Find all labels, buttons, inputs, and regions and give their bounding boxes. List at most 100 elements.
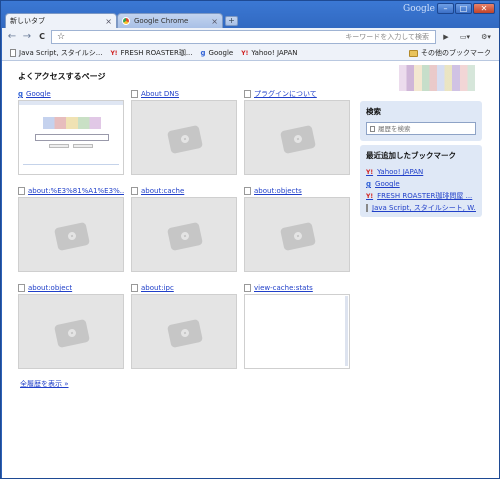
doc-icon	[366, 204, 368, 212]
stats-page-preview	[245, 295, 349, 368]
doc-icon	[10, 49, 16, 57]
yahoo-icon: Y!	[110, 49, 118, 57]
recent-bookmarks-title: 最近追加したブックマーク	[366, 151, 456, 160]
thumbnail-preview[interactable]	[131, 100, 237, 175]
page-menu-button[interactable]: ▭▾	[456, 33, 474, 41]
camera-placeholder-icon	[166, 317, 204, 349]
bookmark-item[interactable]: g Google	[201, 49, 234, 57]
bookmark-item[interactable]: Java Script, スタイルシ...	[10, 48, 102, 58]
new-tab-page: よくアクセスするページ g Google About DNS プラグインについて …	[2, 61, 499, 478]
google-page-preview	[19, 101, 123, 174]
page-icon	[18, 284, 25, 292]
recent-bookmark-item[interactable]: Y! Yahoo! JAPAN	[366, 166, 476, 178]
search-panel-title: 検索	[366, 107, 381, 116]
search-icon	[370, 125, 375, 132]
chrome-icon	[122, 17, 130, 25]
tools-menu-button[interactable]: ⚙▾	[477, 33, 495, 41]
thumbnail-title[interactable]: about:cache	[141, 187, 184, 195]
recent-bookmark-item[interactable]: Java Script, スタイルシート, W...	[366, 202, 476, 214]
camera-placeholder-icon	[279, 220, 317, 252]
thumbnail-preview[interactable]	[131, 197, 237, 272]
thumbnail-title[interactable]: プラグインについて	[254, 89, 317, 99]
maximize-button[interactable]: □	[455, 3, 472, 14]
page-icon	[244, 90, 251, 98]
thumbnail-about-dns[interactable]: About DNS	[131, 89, 237, 175]
thumbnail-google[interactable]: g Google	[18, 89, 124, 175]
recent-bookmark-item[interactable]: g Google	[366, 178, 476, 190]
thumbnail-about-cache[interactable]: about:cache	[131, 186, 237, 272]
camera-placeholder-icon	[166, 123, 204, 155]
thumbnail-about-encoded[interactable]: about:%E3%81%A1%E3%...	[18, 186, 124, 272]
thumbnail-title[interactable]: about:ipc	[141, 284, 174, 292]
recent-bookmark-label[interactable]: Yahoo! JAPAN	[377, 168, 423, 176]
thumbnail-title[interactable]: About DNS	[141, 90, 179, 98]
window-controls: – □ ✕	[437, 3, 495, 14]
camera-placeholder-icon	[279, 123, 317, 155]
folder-icon	[409, 49, 418, 57]
history-search-input[interactable]	[378, 124, 470, 133]
thumbnail-title[interactable]: about:object	[28, 284, 72, 292]
thumbnail-preview[interactable]	[18, 294, 124, 369]
bookmark-label: Yahoo! JAPAN	[251, 49, 298, 57]
thumbnail-title[interactable]: about:objects	[254, 187, 302, 195]
omnibox[interactable]: ☆ キーワードを入力して検索	[51, 30, 436, 44]
go-button[interactable]: ▶	[439, 33, 453, 41]
tab-close-icon[interactable]: ×	[211, 17, 218, 26]
bookmarks-bar: Java Script, スタイルシ... Y! FRESH ROASTER珈.…	[2, 46, 499, 61]
thumbnail-view-cache-stats[interactable]: view-cache:stats	[244, 283, 350, 369]
back-button[interactable]: ←	[6, 31, 18, 43]
forward-button[interactable]: →	[21, 31, 33, 43]
thumbnail-preview[interactable]	[244, 294, 350, 369]
star-icon[interactable]: ☆	[56, 32, 66, 42]
page-icon	[18, 187, 25, 195]
bookmark-label: Java Script, スタイルシ...	[19, 49, 103, 57]
omnibox-input[interactable]	[66, 33, 291, 41]
recent-bookmark-label[interactable]: FRESH ROASTER珈琲問屋 ...	[377, 191, 472, 201]
tab-google-chrome[interactable]: Google Chrome ×	[117, 13, 223, 28]
most-visited-heading: よくアクセスするページ	[18, 72, 106, 81]
close-window-button[interactable]: ✕	[473, 3, 495, 14]
recent-bookmark-label[interactable]: Google	[375, 180, 400, 188]
recent-bookmark-item[interactable]: Y! FRESH ROASTER珈琲問屋 ...	[366, 190, 476, 202]
yahoo-icon: Y!	[366, 168, 374, 176]
reload-button[interactable]: C	[36, 31, 48, 43]
new-tab-button[interactable]: +	[225, 16, 238, 26]
yahoo-icon: Y!	[241, 49, 249, 57]
page-icon	[131, 90, 138, 98]
thumbnail-about-objects[interactable]: about:objects	[244, 186, 350, 272]
bookmark-label: Google	[208, 49, 234, 57]
bookmark-item[interactable]: Y! Yahoo! JAPAN	[241, 49, 297, 57]
thumbnail-about-ipc[interactable]: about:ipc	[131, 283, 237, 369]
show-all-history-link[interactable]: 全履歴を表示 »	[20, 379, 69, 389]
thumbnail-preview[interactable]	[244, 100, 350, 175]
thumbnail-title[interactable]: about:%E3%81%A1%E3%...	[28, 187, 124, 195]
toolbar: ← → C ☆ キーワードを入力して検索 ▶ ▭▾ ⚙▾	[2, 28, 499, 46]
minimize-button[interactable]: –	[437, 3, 454, 14]
google-icon: g	[18, 90, 24, 98]
tab-close-icon[interactable]: ×	[105, 17, 112, 26]
recent-bookmark-label[interactable]: Java Script, スタイルシート, W...	[372, 203, 476, 213]
thumbnail-title[interactable]: view-cache:stats	[254, 284, 313, 292]
thumbnail-title[interactable]: Google	[26, 90, 51, 98]
camera-placeholder-icon	[53, 317, 91, 349]
brand-logo: Google	[403, 4, 435, 14]
thumbnail-preview[interactable]	[244, 197, 350, 272]
google-icon: g	[200, 49, 206, 57]
tab-new-tab[interactable]: 新しいタブ ×	[5, 13, 117, 28]
tab-label: 新しいタブ	[10, 17, 45, 25]
thumbnail-about-object[interactable]: about:object	[18, 283, 124, 369]
thumbnail-preview[interactable]	[131, 294, 237, 369]
page-icon	[244, 284, 251, 292]
history-search-field[interactable]	[366, 122, 476, 135]
page-icon	[131, 187, 138, 195]
google-icon: g	[366, 180, 372, 188]
thumbnail-plugins[interactable]: プラグインについて	[244, 89, 350, 175]
browser-window: Google – □ ✕ 新しいタブ × Google Chrome × + ←…	[0, 0, 500, 479]
blurred-logo	[399, 65, 475, 91]
bookmark-item[interactable]: Y! FRESH ROASTER珈...	[110, 48, 192, 58]
page-icon	[244, 187, 251, 195]
thumbnail-preview[interactable]	[18, 100, 124, 175]
camera-placeholder-icon	[166, 220, 204, 252]
other-bookmarks-button[interactable]: その他のブックマーク	[409, 48, 491, 58]
thumbnail-preview[interactable]	[18, 197, 124, 272]
